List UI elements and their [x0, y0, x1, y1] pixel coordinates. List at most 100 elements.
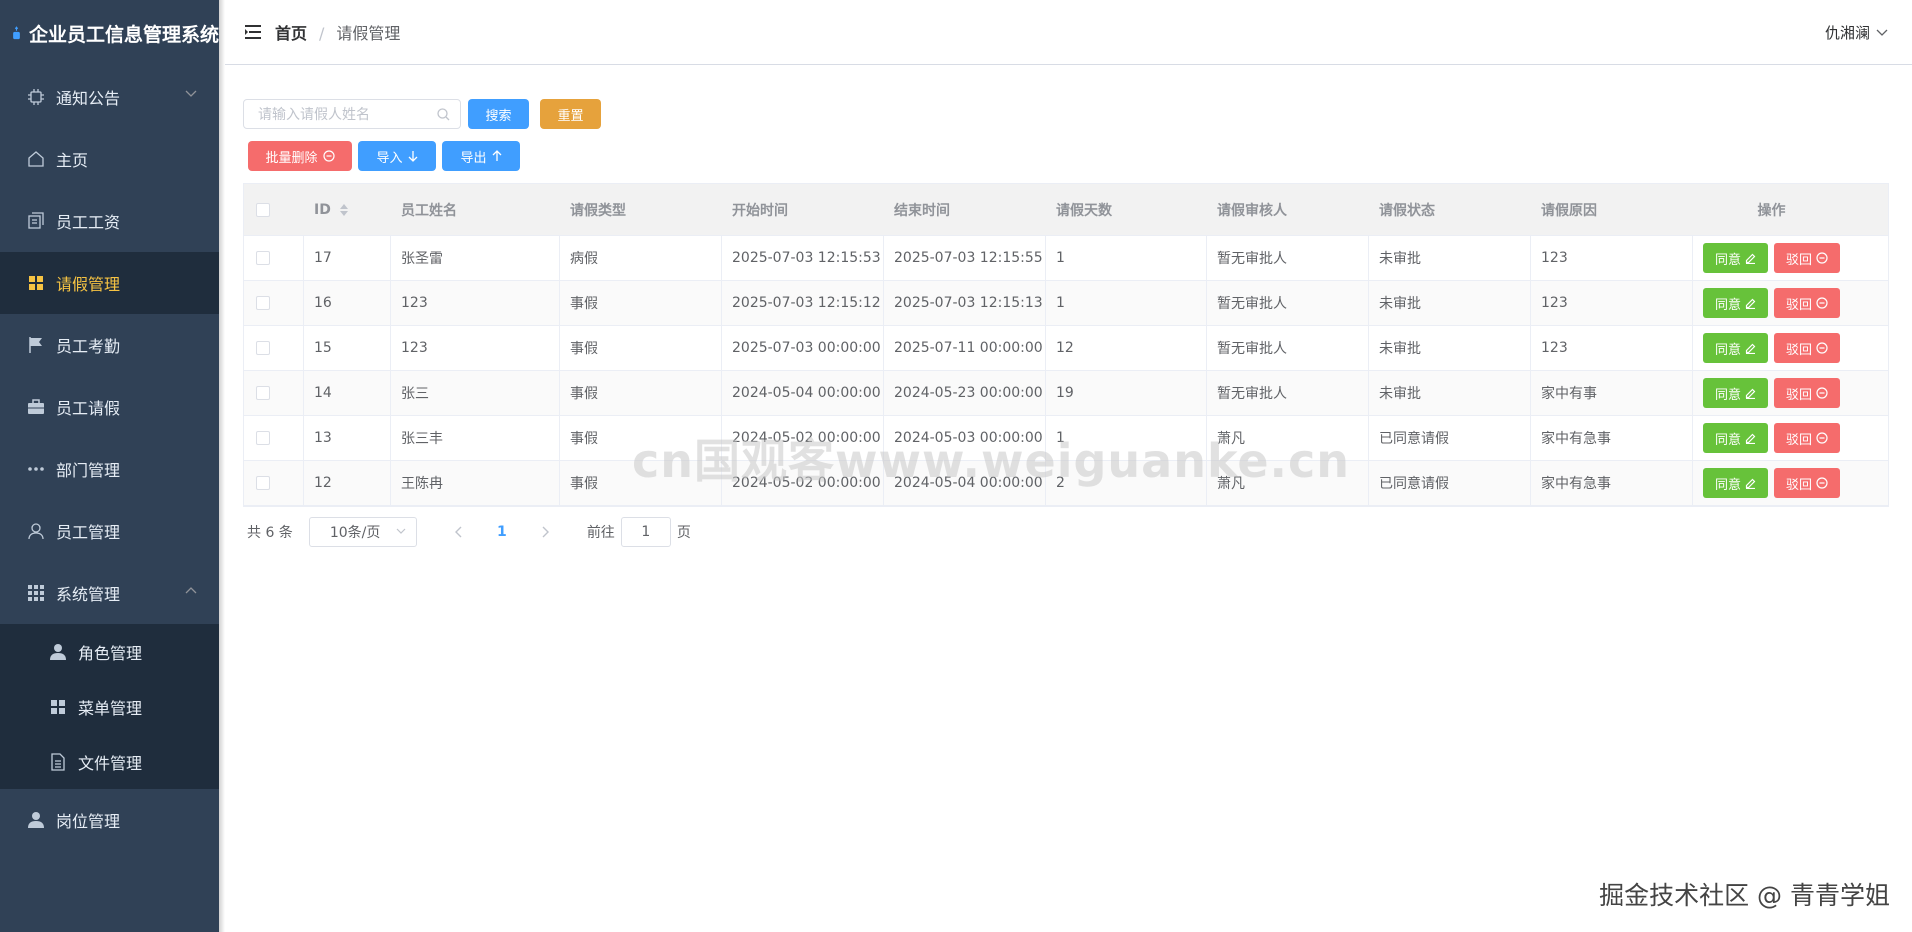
sidebar-item-label: 文件管理 [78, 753, 143, 773]
sidebar-item-attendance[interactable]: 员工考勤 [0, 314, 219, 376]
table-row: 13 张三丰 事假 2024-05-02 00:00:00 2024-05-03 00:… [244, 416, 1888, 461]
row-checkbox[interactable] [256, 431, 270, 445]
export-button[interactable]: 导出 [442, 141, 520, 171]
cell-reason: 123 [1531, 326, 1693, 370]
approve-button[interactable]: 同意 [1702, 243, 1768, 273]
sidebar-item-system[interactable]: 系统管理 [0, 562, 219, 624]
cell-id: 12 [304, 461, 391, 505]
sidebar-item-notice[interactable]: 通知公告 [0, 66, 219, 128]
cell-id: 15 [304, 326, 391, 370]
grid-icon [26, 273, 46, 293]
edit-icon [1745, 253, 1756, 264]
sidebar-item-label: 角色管理 [78, 643, 143, 663]
sidebar-shadow [219, 0, 225, 932]
sort-icon[interactable] [339, 203, 349, 217]
approve-button[interactable]: 同意 [1702, 468, 1768, 498]
flag-icon [26, 335, 46, 355]
cell-end-time: 2025-07-11 00:00:00 [884, 326, 1046, 370]
sidebar-item-label: 员工工资 [56, 213, 121, 232]
batch-delete-button[interactable]: 批量删除 [248, 141, 352, 171]
cell-actions: 同意 驳回 [1693, 281, 1850, 325]
cell-days: 19 [1046, 371, 1207, 415]
cell-type: 病假 [560, 236, 722, 280]
reject-button[interactable]: 驳回 [1774, 378, 1841, 408]
search-input[interactable] [244, 100, 440, 130]
sidebar-item-employee[interactable]: 员工管理 [0, 500, 219, 562]
cell-name: 张圣雷 [391, 236, 560, 280]
next-page-button[interactable] [531, 526, 561, 538]
cell-actions: 同意 驳回 [1693, 236, 1850, 280]
approve-label: 同意 [1714, 387, 1741, 403]
chevron-down-icon [1876, 29, 1888, 36]
header-name: 员工姓名 [401, 202, 457, 219]
page-number-current[interactable]: 1 [487, 524, 517, 540]
approve-button[interactable]: 同意 [1702, 333, 1768, 363]
row-checkbox[interactable] [256, 476, 270, 490]
search-button[interactable]: 搜索 [468, 99, 529, 129]
sidebar-item-leave-management[interactable]: 请假管理 [0, 252, 219, 314]
row-checkbox[interactable] [256, 296, 270, 310]
cell-actions: 同意 驳回 [1693, 326, 1850, 370]
cell-end-time: 2024-05-23 00:00:00 [884, 371, 1046, 415]
cell-days: 1 [1046, 281, 1207, 325]
home-icon [26, 149, 46, 169]
sidebar-item-label: 通知公告 [56, 89, 121, 108]
edit-icon [1745, 433, 1756, 444]
reject-label: 驳回 [1786, 387, 1813, 403]
header-start: 开始时间 [732, 202, 788, 219]
goto-page-input[interactable] [620, 517, 671, 547]
row-checkbox[interactable] [256, 386, 270, 400]
table-body: 17 张圣雷 病假 2025-07-03 12:15:53 2025-07-03 12:… [244, 236, 1888, 506]
approve-button[interactable]: 同意 [1702, 288, 1768, 318]
sidebar-item-position[interactable]: 岗位管理 [0, 789, 219, 851]
edit-icon [1745, 343, 1756, 354]
sidebar-item-menu[interactable]: 菜单管理 [0, 679, 219, 734]
reset-button[interactable]: 重置 [540, 99, 601, 129]
approve-label: 同意 [1714, 342, 1741, 358]
reject-label: 驳回 [1786, 252, 1813, 268]
cell-status: 未审批 [1369, 236, 1531, 280]
cell-checkbox [244, 371, 304, 415]
breadcrumb-home[interactable]: 首页 [275, 24, 307, 43]
reject-button[interactable]: 驳回 [1774, 468, 1841, 498]
page-size-select[interactable]: 10条/页 [308, 517, 417, 547]
sidebar-item-file[interactable]: 文件管理 [0, 734, 219, 789]
cpu-icon [26, 87, 46, 107]
import-button[interactable]: 导入 [358, 141, 436, 171]
file-icon [48, 752, 68, 772]
cell-end-time: 2024-05-03 00:00:00 [884, 416, 1046, 460]
cell-reason: 家中有事 [1531, 371, 1693, 415]
approve-button[interactable]: 同意 [1702, 378, 1768, 408]
reject-button[interactable]: 驳回 [1774, 333, 1841, 363]
cell-actions: 同意 驳回 [1693, 461, 1850, 505]
cell-status: 未审批 [1369, 281, 1531, 325]
remove-circle-icon [1816, 387, 1828, 399]
row-checkbox[interactable] [256, 341, 270, 355]
cell-status: 未审批 [1369, 371, 1531, 415]
reject-label: 驳回 [1786, 432, 1813, 448]
reject-button[interactable]: 驳回 [1774, 423, 1841, 453]
cell-start-time: 2024-05-02 00:00:00 [722, 416, 884, 460]
cell-reason: 123 [1531, 281, 1693, 325]
sidebar-item-home[interactable]: 主页 [0, 128, 219, 190]
sidebar-item-department[interactable]: 部门管理 [0, 438, 219, 500]
cell-id: 16 [304, 281, 391, 325]
sidebar-item-employee-leave[interactable]: 员工请假 [0, 376, 219, 438]
remove-circle-icon [1816, 477, 1828, 489]
sidebar-item-role[interactable]: 角色管理 [0, 624, 219, 679]
cell-name: 123 [391, 326, 560, 370]
user-dropdown[interactable]: 仇湘澜 [1825, 22, 1888, 43]
prev-page-button[interactable] [443, 526, 473, 538]
select-all-checkbox[interactable] [256, 202, 270, 217]
approve-label: 同意 [1714, 477, 1741, 493]
sidebar-item-label: 部门管理 [56, 461, 121, 480]
page-unit-label: 页 [676, 525, 691, 541]
sidebar-item-salary[interactable]: 员工工资 [0, 190, 219, 252]
approve-button[interactable]: 同意 [1702, 423, 1768, 453]
header-id[interactable]: ID [304, 184, 391, 235]
reject-button[interactable]: 驳回 [1774, 243, 1841, 273]
reject-button[interactable]: 驳回 [1774, 288, 1841, 318]
hamburger-icon[interactable] [245, 25, 261, 39]
row-checkbox[interactable] [256, 251, 270, 265]
cell-type: 事假 [560, 326, 722, 370]
